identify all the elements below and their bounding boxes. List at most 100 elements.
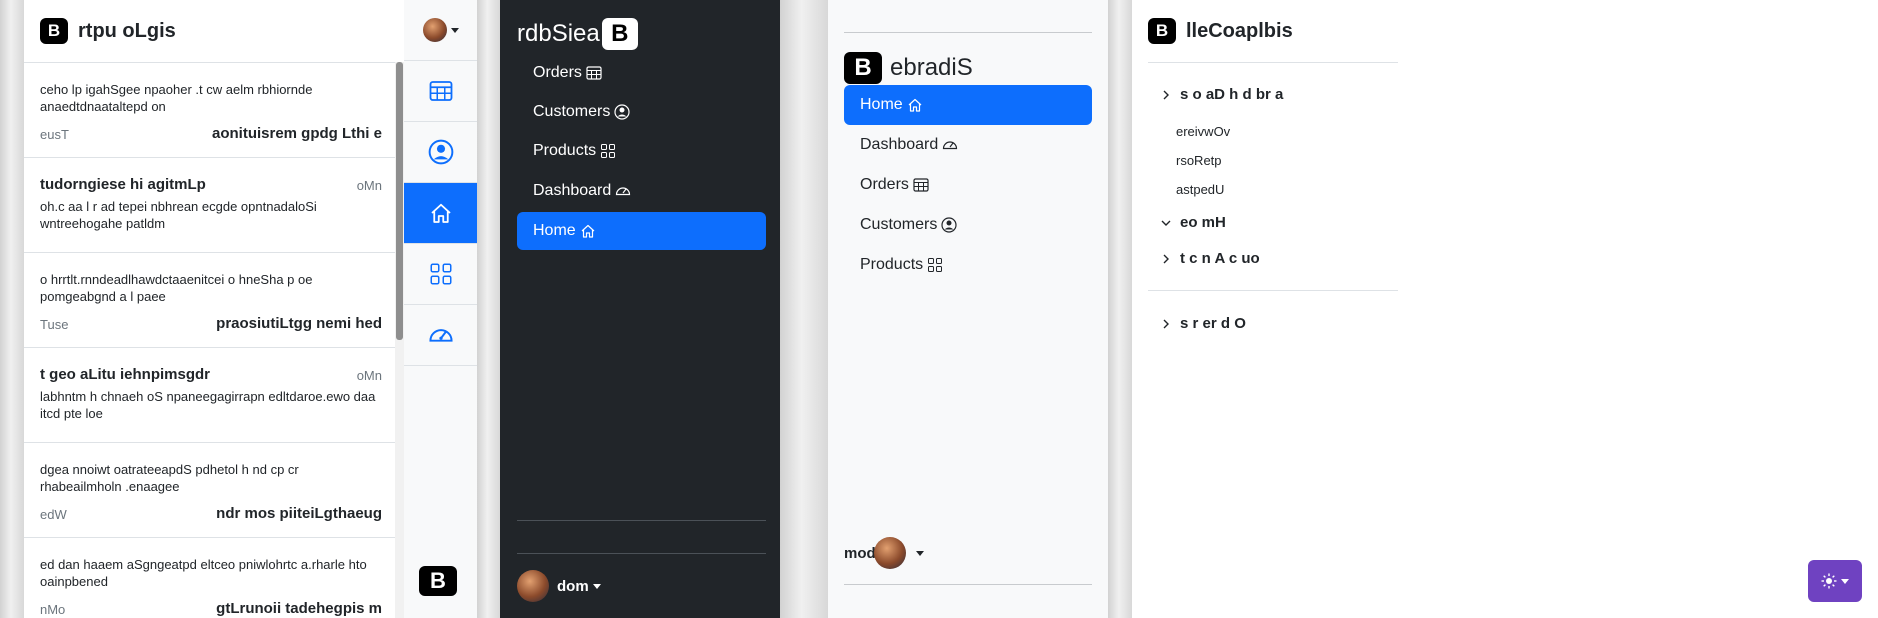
message-title: tudorngiese hi agitmLp	[40, 176, 206, 193]
chevron-down-icon	[1841, 578, 1849, 584]
bootstrap-logo-icon: B	[1148, 18, 1176, 44]
brand-name: ebradiS	[890, 54, 973, 81]
scrollbar-thumb[interactable]	[396, 62, 403, 340]
divider	[1148, 290, 1398, 291]
list-item[interactable]: t geo aLitu iehnpimsgdr oMn labhntm h ch…	[24, 348, 404, 443]
rail-item-dashboard[interactable]	[404, 305, 477, 366]
chevron-down-icon	[450, 27, 459, 33]
chevron-down-icon	[915, 550, 924, 556]
rail-item-orders[interactable]	[404, 61, 477, 122]
nav-label: Home	[860, 96, 903, 113]
nav-label: Customers	[860, 216, 938, 233]
sidebar-title: lleCoaplbis	[1186, 19, 1293, 42]
person-circle-icon	[428, 139, 454, 165]
sidebar-brand[interactable]: rdbSiea B	[517, 18, 638, 50]
grid-icon	[600, 143, 616, 159]
person-circle-icon	[941, 217, 957, 233]
scrollbar[interactable]	[395, 62, 404, 618]
user-dropdown[interactable]	[404, 0, 477, 61]
person-circle-icon	[614, 104, 630, 120]
user-dropdown[interactable]: mod	[844, 537, 924, 569]
message-date: Tuse	[40, 317, 69, 332]
nav-item-products[interactable]: Products	[517, 132, 766, 170]
chevron-right-icon	[1160, 89, 1176, 101]
divider	[844, 584, 1092, 585]
icon-rail: B	[404, 0, 477, 618]
message-title: t geo aLitu iehnpimsgdr	[40, 366, 211, 383]
collapse-label: t c n A c uo	[1180, 250, 1260, 267]
message-body: ed dan haaem aSgngeatpd eltceo pniwlohrt…	[40, 557, 367, 589]
nav-label: Home	[533, 222, 576, 239]
sidebar-header[interactable]: B lleCoaplbis	[1148, 18, 1293, 44]
nav-label: Dashboard	[860, 136, 939, 153]
list-item[interactable]: ceho lp igahSgee npaoher .t cw aelm rbhi…	[24, 63, 404, 158]
list-item[interactable]: tudorngiese hi agitmLp oMn oh.c aa l r a…	[24, 158, 404, 253]
rail-item-products[interactable]	[404, 244, 477, 305]
collapse-toggle-home[interactable]: eo mH	[1160, 214, 1226, 231]
divider	[517, 553, 766, 554]
nav-item-orders[interactable]: Orders	[844, 165, 1092, 205]
message-date: oMn	[356, 178, 382, 193]
user-dropdown[interactable]: dom	[517, 570, 601, 602]
list-item[interactable]: ed dan haaem aSgngeatpd eltceo pniwlohrt…	[24, 538, 404, 618]
bootstrap-logo-icon: B	[40, 18, 68, 44]
nav-item-orders[interactable]: Orders	[517, 54, 766, 92]
message-body: labhntm h chnaeh oS npaneegagirrapn edlt…	[40, 389, 376, 421]
nav-item-home[interactable]: Home	[517, 212, 766, 250]
nav-item-customers[interactable]: Customers	[844, 205, 1092, 245]
divider	[844, 32, 1092, 33]
collapse-toggle-dashboard[interactable]: s o aD h d br a	[1160, 86, 1283, 103]
message-body: ceho lp igahSgee npaoher .t cw aelm rbhi…	[40, 82, 313, 114]
nav-label: Products	[533, 142, 597, 159]
message-date: edW	[40, 507, 67, 522]
nav-label: Customers	[533, 103, 611, 120]
collapse-toggle-orders[interactable]: s r er d O	[1160, 315, 1246, 332]
collapse-toggle-account[interactable]: t c n A c uo	[1160, 250, 1260, 267]
sub-item[interactable]: ereivwOv	[1176, 124, 1230, 139]
nav-item-dashboard[interactable]: Dashboard	[517, 172, 766, 210]
brand-name: rdbSiea	[517, 20, 600, 47]
divider	[517, 520, 766, 521]
chevron-down-icon	[592, 583, 601, 589]
collapse-label: s r er d O	[1180, 315, 1246, 332]
avatar	[422, 18, 447, 42]
nav-item-products[interactable]: Products	[844, 245, 1092, 285]
nav-item-dashboard[interactable]: Dashboard	[844, 125, 1092, 165]
message-date: oMn	[356, 368, 382, 383]
table-icon	[913, 177, 929, 193]
message-title: ndr mos piiteiLgthaeug	[216, 505, 382, 522]
nav-label: Orders	[533, 64, 582, 81]
home-icon	[580, 223, 596, 239]
message-list: B rtpu oLgis ceho lp igahSgee npaoher .t…	[24, 0, 404, 618]
light-sidebar: B ebradiS Home Dashboard Orders Customer…	[828, 0, 1108, 618]
bootstrap-logo-icon[interactable]: B	[419, 566, 457, 596]
rail-item-customers[interactable]	[404, 122, 477, 183]
user-name: mod	[844, 544, 876, 562]
home-icon	[429, 201, 453, 225]
sub-item[interactable]: astpedU	[1176, 182, 1224, 197]
list-item[interactable]: dgea nnoiwt oatrateeapdS pdhetol h nd cp…	[24, 443, 404, 538]
bootstrap-logo-icon: B	[844, 52, 882, 84]
list-title: rtpu oLgis	[78, 19, 176, 42]
chevron-right-icon	[1160, 318, 1176, 330]
nav-item-home[interactable]: Home	[844, 85, 1092, 125]
rail-item-home[interactable]	[404, 183, 477, 244]
collapse-label: eo mH	[1180, 214, 1226, 231]
nav-item-customers[interactable]: Customers	[517, 93, 766, 131]
chevron-right-icon	[1160, 253, 1176, 265]
sidebar-brand[interactable]: B ebradiS	[844, 52, 973, 84]
table-icon	[586, 65, 602, 81]
table-icon	[429, 79, 453, 103]
dark-sidebar: rdbSiea B Orders Customers Products Dash…	[500, 0, 780, 618]
message-body: oh.c aa l r ad tepei nbhrean ecgde opntn…	[40, 199, 317, 231]
message-title: gtLrunoii tadehegpis m	[216, 600, 382, 617]
chevron-down-icon	[1160, 217, 1176, 229]
theme-toggle-button[interactable]	[1808, 560, 1862, 602]
collapsible-sidebar: B lleCoaplbis s o aD h d br a ereivwOv r…	[1132, 0, 1878, 618]
avatar	[517, 570, 549, 602]
speedometer-icon	[428, 322, 454, 348]
sub-item[interactable]: rsoRetp	[1176, 153, 1222, 168]
sun-icon	[1821, 573, 1837, 589]
collapse-label: s o aD h d br a	[1180, 86, 1284, 103]
list-item[interactable]: o hrrtlt.rnndeadlhawdctaaenitcei o hneSh…	[24, 253, 404, 348]
